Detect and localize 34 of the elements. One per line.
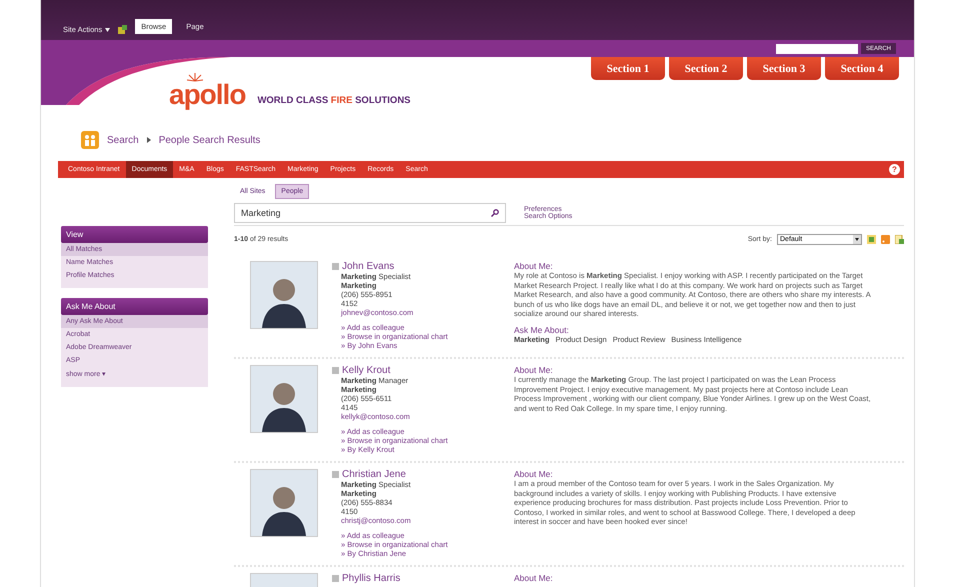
about-me-label: About Me: xyxy=(514,365,554,375)
presence-icon xyxy=(332,471,339,478)
edit-page-icon[interactable] xyxy=(118,25,128,34)
person-name[interactable]: Kelly Krout xyxy=(342,365,390,376)
person-name[interactable]: Phyllis Harris xyxy=(342,573,400,584)
section-tab[interactable]: Section 2 xyxy=(669,57,743,80)
person-name[interactable]: Christian Jene xyxy=(342,469,406,480)
presence-icon xyxy=(332,575,339,582)
document-icon[interactable] xyxy=(895,235,904,244)
sunburst-icon xyxy=(187,72,203,82)
search-icon[interactable] xyxy=(491,209,499,217)
about-me-label: About Me: xyxy=(514,573,554,583)
dropdown-arrow-icon[interactable] xyxy=(853,235,861,244)
presence-icon xyxy=(332,263,339,270)
search-field[interactable]: Marketing xyxy=(234,203,506,223)
breadcrumb-link[interactable]: Search xyxy=(107,134,139,146)
refiner-title: Ask Me About xyxy=(61,298,208,315)
section-tab[interactable]: Section 1 xyxy=(591,57,665,80)
logo-wordmark: apollo xyxy=(169,79,246,110)
about-me-label: About Me: xyxy=(514,261,554,271)
breadcrumb-link[interactable]: People Search Results xyxy=(158,134,260,146)
person-name[interactable]: John Evans xyxy=(342,261,394,272)
refiner-title: View xyxy=(61,226,208,243)
presence-icon xyxy=(332,367,339,374)
section-tab[interactable]: Section 4 xyxy=(825,57,899,80)
help-button[interactable]: ? xyxy=(889,164,900,175)
caret-icon xyxy=(105,28,110,32)
breadcrumb-arrow-icon xyxy=(146,137,151,143)
section-tab[interactable]: Section 3 xyxy=(747,57,821,80)
about-me-label: About Me: xyxy=(514,469,554,479)
people-icon xyxy=(81,131,99,149)
site-search-field[interactable] xyxy=(776,44,858,54)
ask-me-about-label: Ask Me About: xyxy=(514,324,570,334)
logo-tagline: WORLD CLASS FIRE SOLUTIONS xyxy=(257,95,411,106)
